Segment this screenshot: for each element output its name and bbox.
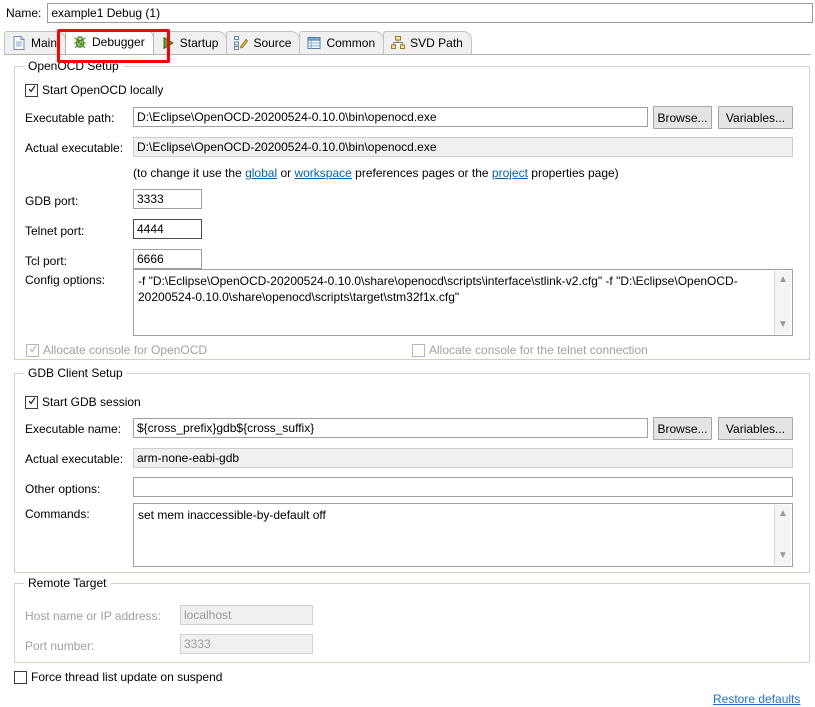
tab-source-label: Source <box>253 36 292 50</box>
check-mark-icon <box>29 344 37 352</box>
checkbox-box <box>25 83 38 97</box>
gdb-executable-name-input[interactable] <box>133 418 648 438</box>
preferences-hint: (to change it use the global or workspac… <box>133 166 619 180</box>
allocate-console-telnet-label: Allocate console for the telnet connecti… <box>429 343 648 357</box>
global-preferences-link[interactable]: global <box>245 166 277 180</box>
allocate-console-openocd-checkbox: Allocate console for OpenOCD <box>26 343 207 357</box>
gdb-other-options-input[interactable] <box>133 477 793 497</box>
variables-button-label: Variables... <box>725 421 786 436</box>
telnet-port-label: Telnet port: <box>25 224 85 238</box>
checkbox-box <box>26 343 39 357</box>
tcl-port-input[interactable] <box>133 249 202 269</box>
executable-path-variables-button[interactable]: Variables... <box>718 106 793 129</box>
gdb-actual-executable-label: Actual executable: <box>25 452 124 466</box>
scroll-down-icon[interactable]: ▼ <box>775 318 791 332</box>
check-mark-icon <box>28 84 36 92</box>
hint-mid2: preferences pages or the <box>351 166 492 180</box>
executable-path-browse-button[interactable]: Browse... <box>653 106 712 129</box>
checkbox-box <box>14 670 27 684</box>
workspace-preferences-link[interactable]: workspace <box>294 166 351 180</box>
hint-prefix: (to change it use the <box>133 166 246 180</box>
telnet-port-input[interactable] <box>133 219 202 239</box>
hint-suffix: properties page) <box>527 166 619 180</box>
tab-bar: Main Debugger Startup Source Common SVD … <box>4 29 811 55</box>
start-openocd-locally-label: Start OpenOCD locally <box>42 83 164 97</box>
gdb-commands-text: set mem inaccessible-by-default off <box>138 508 326 522</box>
executable-path-label: Executable path: <box>25 111 115 125</box>
project-properties-link[interactable]: project <box>492 166 528 180</box>
port-number-label: Port number: <box>25 639 95 653</box>
gdb-commands-label: Commands: <box>25 507 90 521</box>
tab-svd-path[interactable]: SVD Path <box>383 31 472 54</box>
allocate-console-openocd-label: Allocate console for OpenOCD <box>43 343 208 357</box>
tab-startup-label: Startup <box>179 36 219 50</box>
tcl-port-label: Tcl port: <box>25 254 68 268</box>
checkbox-box <box>25 395 38 409</box>
allocate-console-telnet-checkbox: Allocate console for the telnet connecti… <box>412 343 648 357</box>
scroll-up-icon[interactable]: ▲ <box>775 273 791 287</box>
host-name-label: Host name or IP address: <box>25 609 161 623</box>
tab-common-label: Common <box>326 36 376 50</box>
variables-button-label: Variables... <box>725 110 786 125</box>
tab-source[interactable]: Source <box>226 31 301 54</box>
config-options-scrollbar[interactable]: ▲ ▼ <box>774 271 791 334</box>
table-icon <box>306 35 322 51</box>
browse-button-label: Browse... <box>657 421 708 436</box>
scroll-up-icon[interactable]: ▲ <box>775 507 791 521</box>
gdb-port-input[interactable] <box>133 189 202 209</box>
gdb-port-label: GDB port: <box>25 194 79 208</box>
tab-main-label: Main <box>31 36 58 50</box>
tab-main[interactable]: Main <box>4 31 67 54</box>
force-thread-list-update-checkbox[interactable]: Force thread list update on suspend <box>14 670 222 684</box>
gdb-client-setup-legend: GDB Client Setup <box>24 366 127 380</box>
start-gdb-session-label: Start GDB session <box>42 395 141 409</box>
configuration-name-input[interactable] <box>47 3 813 23</box>
hierarchy-icon <box>390 35 406 51</box>
document-icon <box>11 35 27 51</box>
browse-button-label: Browse... <box>657 110 708 125</box>
config-options-label: Config options: <box>25 273 106 287</box>
tab-svd-path-label: SVD Path <box>410 36 463 50</box>
checkbox-box <box>412 343 425 357</box>
gdb-commands-scrollbar[interactable]: ▲ ▼ <box>774 505 791 565</box>
tab-common[interactable]: Common <box>299 31 385 54</box>
start-gdb-session-checkbox[interactable]: Start GDB session <box>25 395 141 409</box>
hint-mid1: or <box>277 166 295 180</box>
gdb-other-options-label: Other options: <box>25 482 101 496</box>
name-row: Name: <box>0 0 815 26</box>
start-openocd-locally-checkbox[interactable]: Start OpenOCD locally <box>25 83 163 97</box>
gdb-actual-executable-field <box>133 448 793 468</box>
check-mark-icon <box>28 396 36 404</box>
play-icon <box>160 35 176 51</box>
executable-path-input[interactable] <box>133 107 648 127</box>
gdb-executable-name-label: Executable name: <box>25 422 122 436</box>
host-name-input <box>180 605 313 625</box>
source-icon <box>233 35 249 51</box>
openocd-setup-legend: OpenOCD Setup <box>24 59 123 73</box>
tab-debugger-label: Debugger <box>92 35 145 49</box>
restore-defaults-link[interactable]: Restore defaults <box>713 692 800 706</box>
scroll-down-icon[interactable]: ▼ <box>775 549 791 563</box>
name-label: Name: <box>6 6 42 20</box>
gdb-variables-button[interactable]: Variables... <box>718 417 793 440</box>
gdb-browse-button[interactable]: Browse... <box>653 417 712 440</box>
remote-target-legend: Remote Target <box>24 576 111 590</box>
config-options-textarea[interactable]: -f "D:\Eclipse\OpenOCD-20200524-0.10.0\s… <box>133 269 793 336</box>
config-options-text: -f "D:\Eclipse\OpenOCD-20200524-0.10.0\s… <box>138 274 738 304</box>
openocd-actual-executable-field <box>133 137 793 157</box>
remote-target-group: Remote Target <box>14 576 810 663</box>
bug-icon <box>72 34 88 50</box>
tab-startup[interactable]: Startup <box>152 31 228 54</box>
gdb-commands-textarea[interactable]: set mem inaccessible-by-default off ▲ ▼ <box>133 503 793 567</box>
port-number-input <box>180 634 313 654</box>
tab-debugger[interactable]: Debugger <box>65 29 154 54</box>
openocd-actual-executable-label: Actual executable: <box>25 141 124 155</box>
force-thread-list-update-label: Force thread list update on suspend <box>31 670 223 684</box>
